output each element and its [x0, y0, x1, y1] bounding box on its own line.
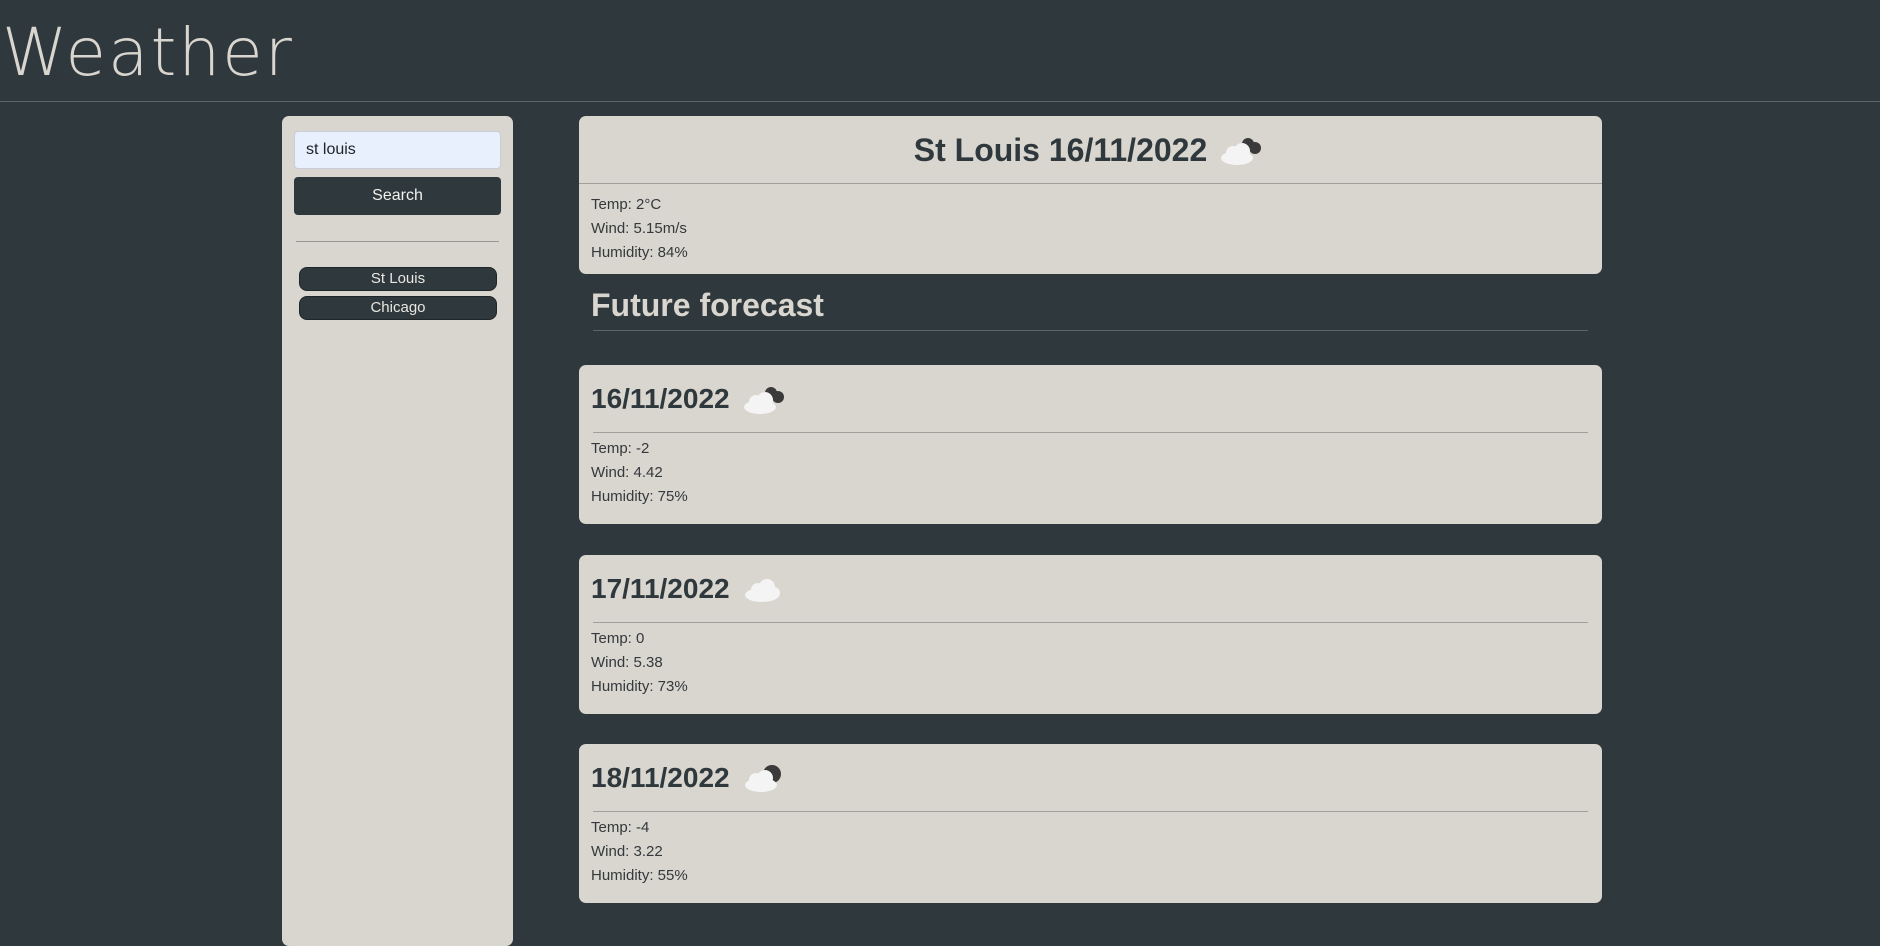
forecast-card-header: 16/11/2022	[591, 375, 790, 423]
current-weather-stats: Temp: 2°C Wind: 5.15m/s Humidity: 84%	[591, 193, 688, 265]
page-header: Weather	[0, 0, 1880, 102]
cloud-night-icon	[744, 765, 781, 792]
current-wind: Wind: 5.15m/s	[591, 220, 687, 237]
forecast-wind: Wind: 3.22	[591, 843, 663, 860]
forecast-card-divider	[593, 432, 1588, 433]
current-weather-card: St Louis 16/11/2022 Temp: 2°C Wind: 5.15…	[579, 116, 1602, 274]
search-history-list: St Louis Chicago	[299, 267, 497, 325]
forecast-humidity: Humidity: 73%	[591, 678, 688, 695]
forecast-date: 18/11/2022	[591, 762, 730, 793]
current-temp: Temp: 2°C	[591, 196, 662, 213]
forecast-stats: Temp: -2 Wind: 4.42 Humidity: 75%	[591, 437, 688, 509]
city-search-input[interactable]	[294, 131, 501, 169]
forecast-card-header: 18/11/2022	[591, 754, 790, 802]
search-button[interactable]: Search	[294, 177, 501, 215]
broken-clouds-icon	[743, 387, 784, 414]
forecast-temp: Temp: -4	[591, 819, 650, 836]
forecast-card: 16/11/2022 Temp: -2 Wind: 4.42 Humidity:…	[579, 365, 1602, 524]
forecast-date: 17/11/2022	[591, 573, 730, 604]
cloud-icon	[744, 579, 780, 602]
forecast-humidity: Humidity: 75%	[591, 488, 688, 505]
forecast-date: 16/11/2022	[591, 383, 730, 414]
forecast-wind: Wind: 4.42	[591, 464, 663, 481]
current-weather-title: St Louis 16/11/2022	[913, 131, 1208, 168]
current-humidity: Humidity: 84%	[591, 244, 688, 261]
search-sidebar: Search St Louis Chicago	[282, 116, 513, 946]
history-button-chicago[interactable]: Chicago	[299, 296, 497, 320]
forecast-temp: Temp: -2	[591, 440, 650, 457]
forecast-heading-divider	[593, 330, 1588, 331]
forecast-heading: Future forecast	[591, 287, 824, 323]
forecast-temp: Temp: 0	[591, 630, 645, 647]
sidebar-divider	[296, 241, 499, 242]
forecast-card-divider	[593, 622, 1588, 623]
forecast-wind: Wind: 5.38	[591, 654, 663, 671]
history-button-st-louis[interactable]: St Louis	[299, 267, 497, 291]
forecast-card: 17/11/2022 Temp: 0 Wind: 5.38 Humidity: …	[579, 555, 1602, 714]
forecast-card: 18/11/2022 Temp: -4 Wind: 3.22 Humidity:…	[579, 744, 1602, 903]
forecast-humidity: Humidity: 55%	[591, 867, 688, 884]
forecast-card-divider	[593, 811, 1588, 812]
current-weather-header: St Louis 16/11/2022	[579, 116, 1602, 184]
forecast-stats: Temp: -4 Wind: 3.22 Humidity: 55%	[591, 816, 688, 888]
app-title: Weather	[2, 14, 294, 91]
broken-clouds-icon	[1221, 138, 1262, 165]
current-weather-divider	[579, 183, 1602, 184]
forecast-card-header: 17/11/2022	[591, 565, 790, 613]
forecast-stats: Temp: 0 Wind: 5.38 Humidity: 73%	[591, 627, 688, 699]
